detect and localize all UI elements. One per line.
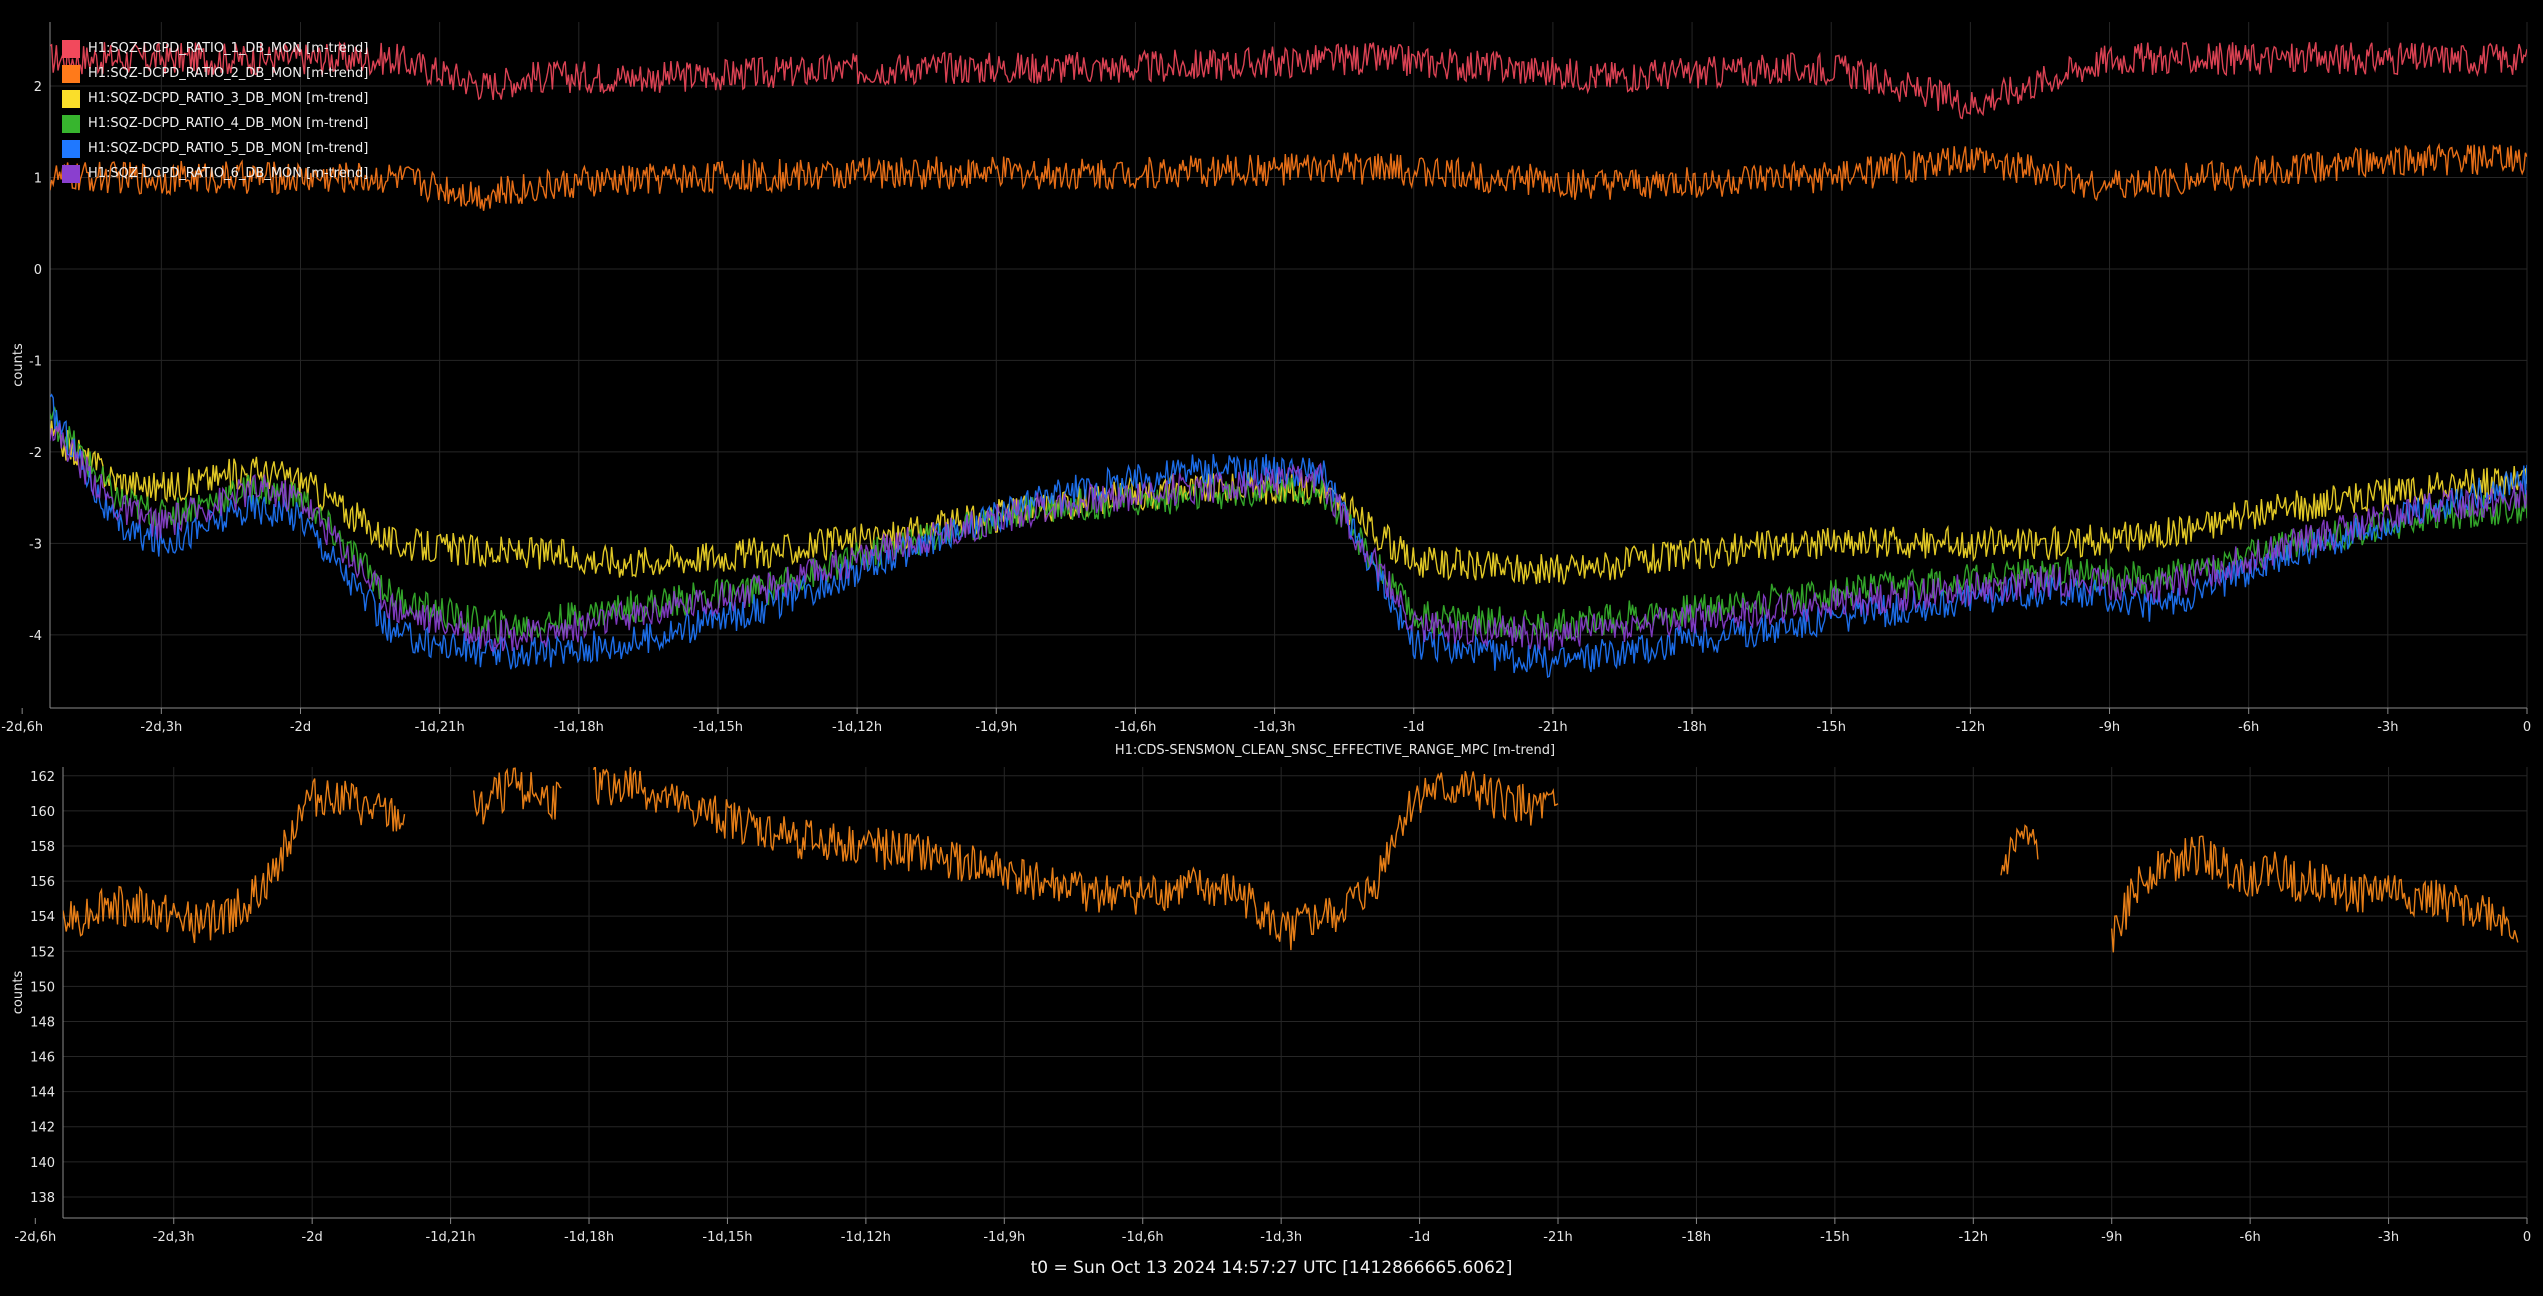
x-tick-label: -2d,3h <box>153 1230 195 1245</box>
x-tick-label: -1d,18h <box>564 1230 614 1245</box>
x-tick-label: -1d,15h <box>702 1230 752 1245</box>
y-tick-label: 146 <box>30 1051 55 1066</box>
x-tick-label: -2d,6h <box>14 1230 56 1245</box>
x-tick-label: -6h <box>2240 1230 2261 1245</box>
x-tick-label: -3h <box>2378 1230 2399 1245</box>
x-tick-label: -9h <box>2099 720 2120 735</box>
y-tick-label: 148 <box>30 1015 55 1030</box>
y-tick-label: 1 <box>34 171 42 186</box>
x-tick-label: -1d,12h <box>841 1230 891 1245</box>
y-axis-label: counts <box>11 343 26 387</box>
x-tick-label: -2d,6h <box>1 720 43 735</box>
x-tick-label: -12h <box>1956 720 1985 735</box>
y-axis-label: counts <box>11 971 26 1015</box>
x-tick-label: -15h <box>1816 720 1845 735</box>
t0-footer-label: t0 = Sun Oct 13 2024 14:57:27 UTC [14128… <box>1030 1258 1513 1278</box>
x-tick-label: -18h <box>1677 720 1706 735</box>
x-tick-label: -1d,12h <box>832 720 882 735</box>
x-tick-label: -1d,3h <box>1260 1230 1302 1245</box>
y-tick-label: -4 <box>29 629 42 644</box>
y-tick-label: 142 <box>30 1121 55 1136</box>
y-tick-label: 152 <box>30 945 55 960</box>
x-tick-label: -1d,6h <box>1114 720 1156 735</box>
x-tick-label: -1d <box>1403 720 1424 735</box>
y-tick-label: 2 <box>34 80 42 95</box>
x-tick-label: 0 <box>2523 720 2531 735</box>
y-tick-label: 160 <box>30 805 55 820</box>
plot-area <box>63 767 2527 1218</box>
plot-canvas: 2 1 0 -1 -2 -3 -4 -2d,6h -2d,3h -2d -1d,21h -1d,18h… <box>1 22 2531 1245</box>
x-tick-label: -21h <box>1538 720 1567 735</box>
x-tick-label: -15h <box>1820 1230 1849 1245</box>
x-tick-label: -3h <box>2377 720 2398 735</box>
x-tick-label: -1d,3h <box>1254 720 1296 735</box>
x-tick-label: -1d,21h <box>426 1230 476 1245</box>
y-tick-label: 0 <box>34 263 42 278</box>
y-tick-label: 150 <box>30 980 55 995</box>
y-tick-label: 162 <box>30 770 55 785</box>
x-tick-label: -2d,3h <box>140 720 182 735</box>
chart-title: H1:CDS-SENSMON_CLEAN_SNSC_EFFECTIVE_RANG… <box>1115 743 1555 758</box>
x-tick-label: 0 <box>2523 1230 2531 1245</box>
y-tick-label: -1 <box>29 354 42 369</box>
y-tick-label: 158 <box>30 840 55 855</box>
y-tick-label: 154 <box>30 910 55 925</box>
x-tick-label: -1d,9h <box>983 1230 1025 1245</box>
x-tick-label: -9h <box>2101 1230 2122 1245</box>
x-tick-label: -1d,18h <box>554 720 604 735</box>
y-tick-label: 144 <box>30 1086 55 1101</box>
top-chart[interactable]: 2 1 0 -1 -2 -3 -4 -2d,6h -2d,3h -2d -1d,21h -1d,18h… <box>1 22 2531 735</box>
y-tick-label: -2 <box>29 446 42 461</box>
y-tick-label: 156 <box>30 875 55 890</box>
x-tick-label: -1d,21h <box>415 720 465 735</box>
x-tick-label: -21h <box>1543 1230 1572 1245</box>
x-tick-label: -12h <box>1959 1230 1988 1245</box>
bottom-chart[interactable]: 162 160 158 156 154 152 150 148 146 144 142 140 138 -… <box>11 743 2531 1245</box>
y-tick-label: 140 <box>30 1156 55 1171</box>
x-tick-label: -1d,6h <box>1122 1230 1164 1245</box>
x-tick-label: -1d,15h <box>693 720 743 735</box>
y-tick-label: -3 <box>29 537 42 552</box>
x-tick-label: -2d <box>302 1230 323 1245</box>
x-tick-label: -1d,9h <box>975 720 1017 735</box>
y-tick-label: 138 <box>30 1191 55 1206</box>
x-tick-label: -1d <box>1409 1230 1430 1245</box>
x-tick-label: -18h <box>1682 1230 1711 1245</box>
plot-area <box>50 22 2527 708</box>
x-tick-label: -2d <box>290 720 311 735</box>
x-tick-label: -6h <box>2238 720 2259 735</box>
